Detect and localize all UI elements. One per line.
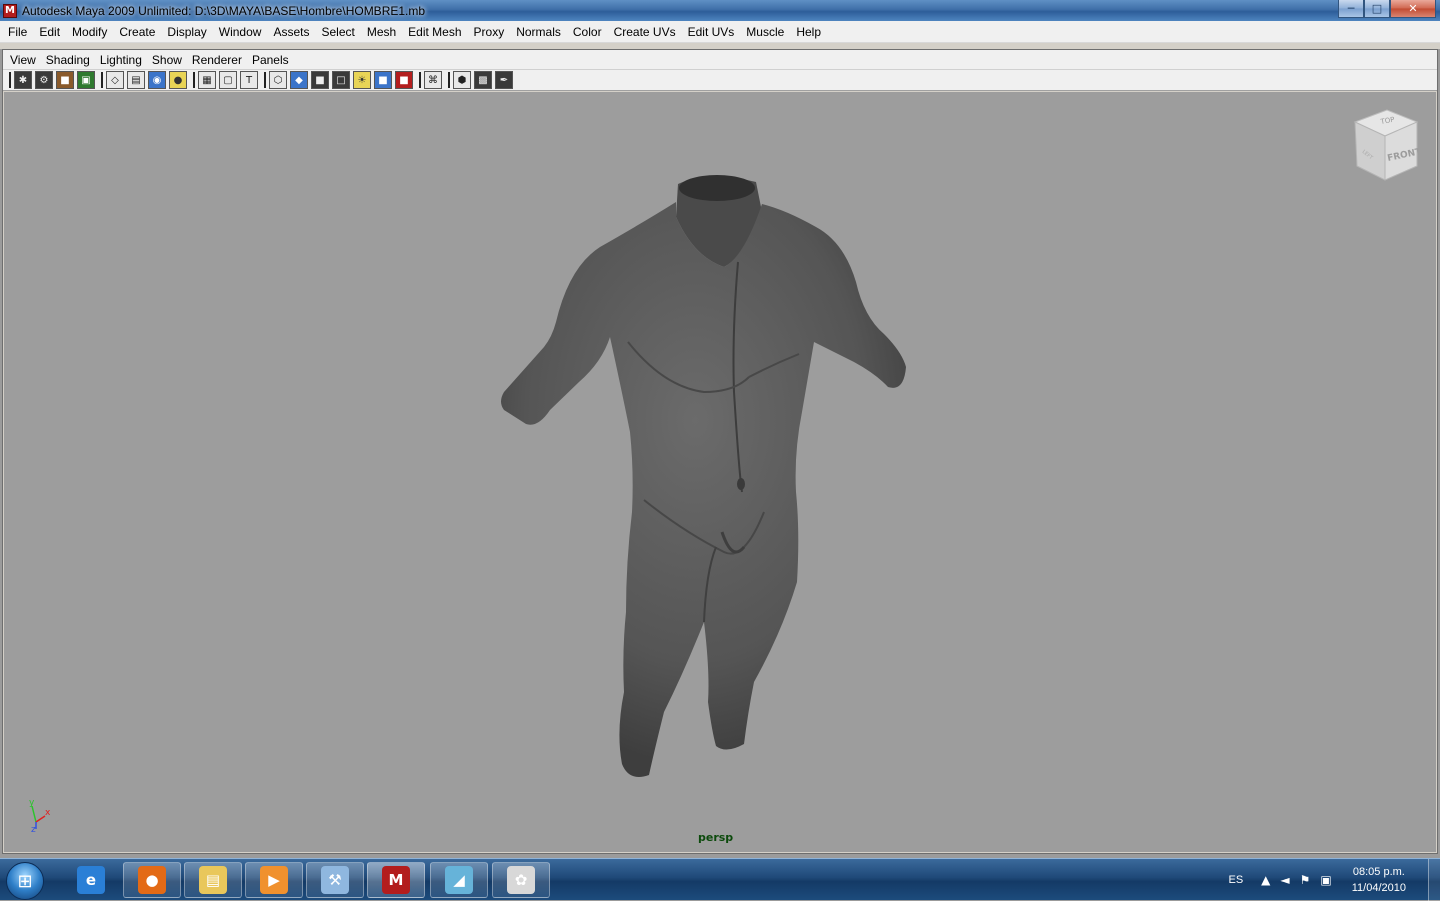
toolbar-separator xyxy=(193,72,195,88)
textured-icon[interactable]: ■ xyxy=(374,71,392,89)
title-bar: M Autodesk Maya 2009 Unlimited: D:\3D\MA… xyxy=(0,0,1440,21)
safe-action-icon[interactable]: ▢ xyxy=(219,71,237,89)
panel-menu-renderer[interactable]: Renderer xyxy=(187,51,247,69)
flat-shade-icon[interactable]: ■ xyxy=(311,71,329,89)
menu-edit[interactable]: Edit xyxy=(33,22,66,42)
window-controls: ─ □ ✕ xyxy=(1338,0,1436,18)
taskbar-button-file-explorer[interactable]: ▤ xyxy=(184,862,242,898)
network-icon[interactable]: ▣ xyxy=(1320,873,1331,887)
toolbar-separator xyxy=(419,72,421,88)
menu-mesh[interactable]: Mesh xyxy=(361,22,402,42)
toolbar-separator xyxy=(264,72,266,88)
taskbar-button-maya[interactable]: M xyxy=(367,862,425,898)
menu-muscle[interactable]: Muscle xyxy=(740,22,790,42)
model-panel: View Shading Lighting Show Renderer Panels ✱ ⚙… xyxy=(2,49,1438,854)
safe-title-icon[interactable]: T xyxy=(240,71,258,89)
taskbar-button-internet-explorer[interactable]: e xyxy=(62,862,120,898)
camera-attributes-icon[interactable]: ⚙ xyxy=(35,71,53,89)
menu-help[interactable]: Help xyxy=(790,22,827,42)
select-camera-icon[interactable]: ✱ xyxy=(14,71,32,89)
isolate-select-icon[interactable]: ⌘ xyxy=(424,71,442,89)
torso-model[interactable] xyxy=(501,175,906,777)
viewcube[interactable]: TOP LEFT FRONT xyxy=(1347,108,1419,184)
gate-mask-icon[interactable]: ● xyxy=(169,71,187,89)
menu-color[interactable]: Color xyxy=(567,22,608,42)
toolbar-separator xyxy=(448,72,450,88)
menu-edit-uvs[interactable]: Edit UVs xyxy=(682,22,741,42)
menu-assets[interactable]: Assets xyxy=(267,22,315,42)
viewport-scene xyxy=(501,175,906,777)
menu-proxy[interactable]: Proxy xyxy=(468,22,511,42)
minimize-button[interactable]: ─ xyxy=(1338,0,1364,18)
menu-normals[interactable]: Normals xyxy=(510,22,567,42)
menu-modify[interactable]: Modify xyxy=(66,22,113,42)
taskbar-button-firefox[interactable]: ● xyxy=(123,862,181,898)
panel-menu-lighting[interactable]: Lighting xyxy=(95,51,147,69)
hardware-render-icon[interactable]: ✒ xyxy=(495,71,513,89)
menu-edit-mesh[interactable]: Edit Mesh xyxy=(402,22,467,42)
resolution-gate-icon[interactable]: ◉ xyxy=(148,71,166,89)
show-desktop-button[interactable] xyxy=(1428,859,1440,901)
image-plane-icon[interactable]: ▣ xyxy=(77,71,95,89)
menu-create-uvs[interactable]: Create UVs xyxy=(608,22,682,42)
menu-create[interactable]: Create xyxy=(113,22,161,42)
paint-icon: ✿ xyxy=(507,866,535,894)
grid-icon[interactable]: ◇ xyxy=(106,71,124,89)
menu-file[interactable]: File xyxy=(2,22,33,42)
perspective-viewport[interactable]: y x z TOP LEFT FRONT persp xyxy=(4,92,1436,852)
clock[interactable]: 08:05 p.m. 11/04/2010 xyxy=(1352,864,1406,896)
use-lights-icon[interactable]: ☀ xyxy=(353,71,371,89)
menu-window[interactable]: Window xyxy=(213,22,268,42)
window-manager-icon: ◢ xyxy=(445,866,473,894)
taskbar-button-paint[interactable]: ✿ xyxy=(492,862,550,898)
start-button[interactable]: ⊞ xyxy=(6,862,44,900)
taskbar: ⊞ e ● ▤ ▶ ⚒ M ◢ ✿ ES ▲ ◄ ⚑ ▣ 08:05 p.m. 11/04/2… xyxy=(0,858,1440,901)
shadows-icon[interactable]: ■ xyxy=(395,71,413,89)
volume-icon[interactable]: ◄ xyxy=(1280,873,1289,887)
wireframe-icon[interactable]: ⬡ xyxy=(269,71,287,89)
menu-display[interactable]: Display xyxy=(161,22,212,42)
bookmarks-icon[interactable]: ■ xyxy=(56,71,74,89)
tools-icon: ⚒ xyxy=(321,866,349,894)
maya-app-icon[interactable]: M xyxy=(3,3,17,18)
xray-icon[interactable]: ⬢ xyxy=(453,71,471,89)
field-chart-icon[interactable]: ▦ xyxy=(198,71,216,89)
axis-y-label: y xyxy=(29,798,35,808)
media-player-icon: ▶ xyxy=(260,866,288,894)
xray-joints-icon[interactable]: ▩ xyxy=(474,71,492,89)
clock-time: 08:05 p.m. xyxy=(1352,866,1405,878)
language-indicator[interactable]: ES xyxy=(1228,874,1243,886)
smooth-shade-icon[interactable]: ◆ xyxy=(290,71,308,89)
panel-menu-show[interactable]: Show xyxy=(147,51,187,69)
axis-indicator: y x z xyxy=(29,798,51,832)
maximize-button[interactable]: □ xyxy=(1364,0,1390,18)
close-button[interactable]: ✕ xyxy=(1390,0,1436,18)
toolbar-separator xyxy=(101,72,103,88)
panel-menu-shading[interactable]: Shading xyxy=(41,51,95,69)
bounding-box-icon[interactable]: □ xyxy=(332,71,350,89)
taskbar-button-tools[interactable]: ⚒ xyxy=(306,862,364,898)
clock-date: 11/04/2010 xyxy=(1351,882,1406,894)
toolbar-separator xyxy=(9,72,11,88)
menu-select[interactable]: Select xyxy=(315,22,360,42)
taskbar-button-window-manager[interactable]: ◢ xyxy=(430,862,488,898)
taskbar-button-media-player[interactable]: ▶ xyxy=(245,862,303,898)
panel-toolbar: ✱ ⚙ ■ ▣ ◇ ▤ ◉ ● ▦ ▢ T ⬡ ◆ ■ □ ☀ ■ ■ ⌘ ⬢ ▩ ✒ xyxy=(3,69,1437,91)
main-menu-bar: File Edit Modify Create Display Window Assets S… xyxy=(0,21,1440,43)
axis-x-label: x xyxy=(45,808,51,818)
action-center-flag-icon[interactable]: ⚑ xyxy=(1300,873,1311,887)
camera-name-label: persp xyxy=(698,831,734,844)
axis-z-label: z xyxy=(31,825,36,832)
panel-menu-panels[interactable]: Panels xyxy=(247,51,294,69)
firefox-icon: ● xyxy=(138,866,166,894)
window-title: Autodesk Maya 2009 Unlimited: D:\3D\MAYA… xyxy=(22,3,426,18)
show-hidden-icons-icon[interactable]: ▲ xyxy=(1261,873,1270,887)
film-gate-icon[interactable]: ▤ xyxy=(127,71,145,89)
panel-menu-view[interactable]: View xyxy=(5,51,41,69)
file-explorer-icon: ▤ xyxy=(199,866,227,894)
maya-icon: M xyxy=(382,866,410,894)
system-tray: ES ▲ ◄ ⚑ ▣ 08:05 p.m. 11/04/2010 xyxy=(1228,859,1440,901)
panel-menu-bar: View Shading Lighting Show Renderer Panels xyxy=(3,50,1437,69)
internet-explorer-icon: e xyxy=(77,866,105,894)
